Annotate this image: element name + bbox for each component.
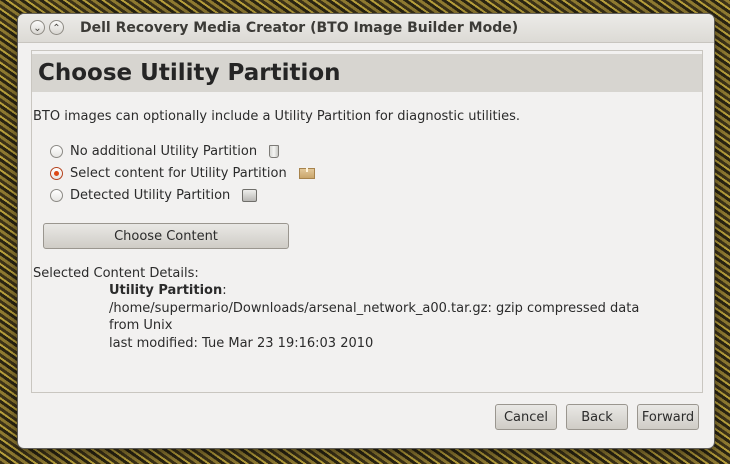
radio-detected-utility-partition[interactable]: Detected Utility Partition bbox=[50, 186, 258, 204]
details-heading: Utility Partition bbox=[109, 283, 223, 298]
radio-label: Select content for Utility Partition bbox=[70, 165, 287, 181]
window-title: Dell Recovery Media Creator (BTO Image B… bbox=[80, 20, 519, 36]
radio-button-unchecked[interactable] bbox=[50, 144, 63, 158]
selected-content-details-label: Selected Content Details: bbox=[33, 266, 199, 281]
radio-select-content[interactable]: Select content for Utility Partition bbox=[50, 164, 315, 182]
back-button[interactable]: Back bbox=[566, 404, 628, 430]
radio-label: No additional Utility Partition bbox=[70, 143, 258, 159]
title-bar: ⌄ ⌃ Dell Recovery Media Creator (BTO Ima… bbox=[18, 14, 714, 43]
details-heading-line: Utility Partition: bbox=[109, 282, 639, 300]
details-heading-suffix: : bbox=[222, 283, 227, 298]
choose-content-button[interactable]: Choose Content bbox=[43, 223, 289, 249]
maximize-button[interactable]: ⌃ bbox=[49, 20, 64, 35]
app-window: ⌄ ⌃ Dell Recovery Media Creator (BTO Ima… bbox=[18, 14, 714, 448]
details-path: /home/supermario/Downloads/arsenal_netwo… bbox=[109, 300, 640, 316]
details-origin: from Unix bbox=[109, 318, 173, 333]
details-modified: last modified: Tue Mar 23 19:16:03 2010 bbox=[109, 335, 374, 351]
harddisk-icon bbox=[242, 188, 258, 202]
page-description: BTO images can optionally include a Util… bbox=[33, 109, 521, 124]
selected-content-details: Utility Partition: /home/supermario/Down… bbox=[109, 282, 639, 352]
trash-icon bbox=[269, 144, 280, 158]
page-header: Choose Utility Partition bbox=[32, 54, 702, 92]
radio-button-unchecked[interactable] bbox=[50, 188, 63, 202]
cancel-button[interactable]: Cancel bbox=[495, 404, 557, 430]
radio-button-checked[interactable] bbox=[50, 166, 63, 180]
forward-button[interactable]: Forward bbox=[637, 404, 699, 430]
radio-no-utility-partition[interactable]: No additional Utility Partition bbox=[50, 142, 280, 160]
radio-label: Detected Utility Partition bbox=[70, 187, 231, 203]
minimize-button[interactable]: ⌄ bbox=[30, 20, 45, 35]
package-icon bbox=[298, 167, 315, 179]
page-title: Choose Utility Partition bbox=[38, 60, 341, 86]
content-panel: Choose Utility Partition BTO images can … bbox=[31, 50, 703, 393]
